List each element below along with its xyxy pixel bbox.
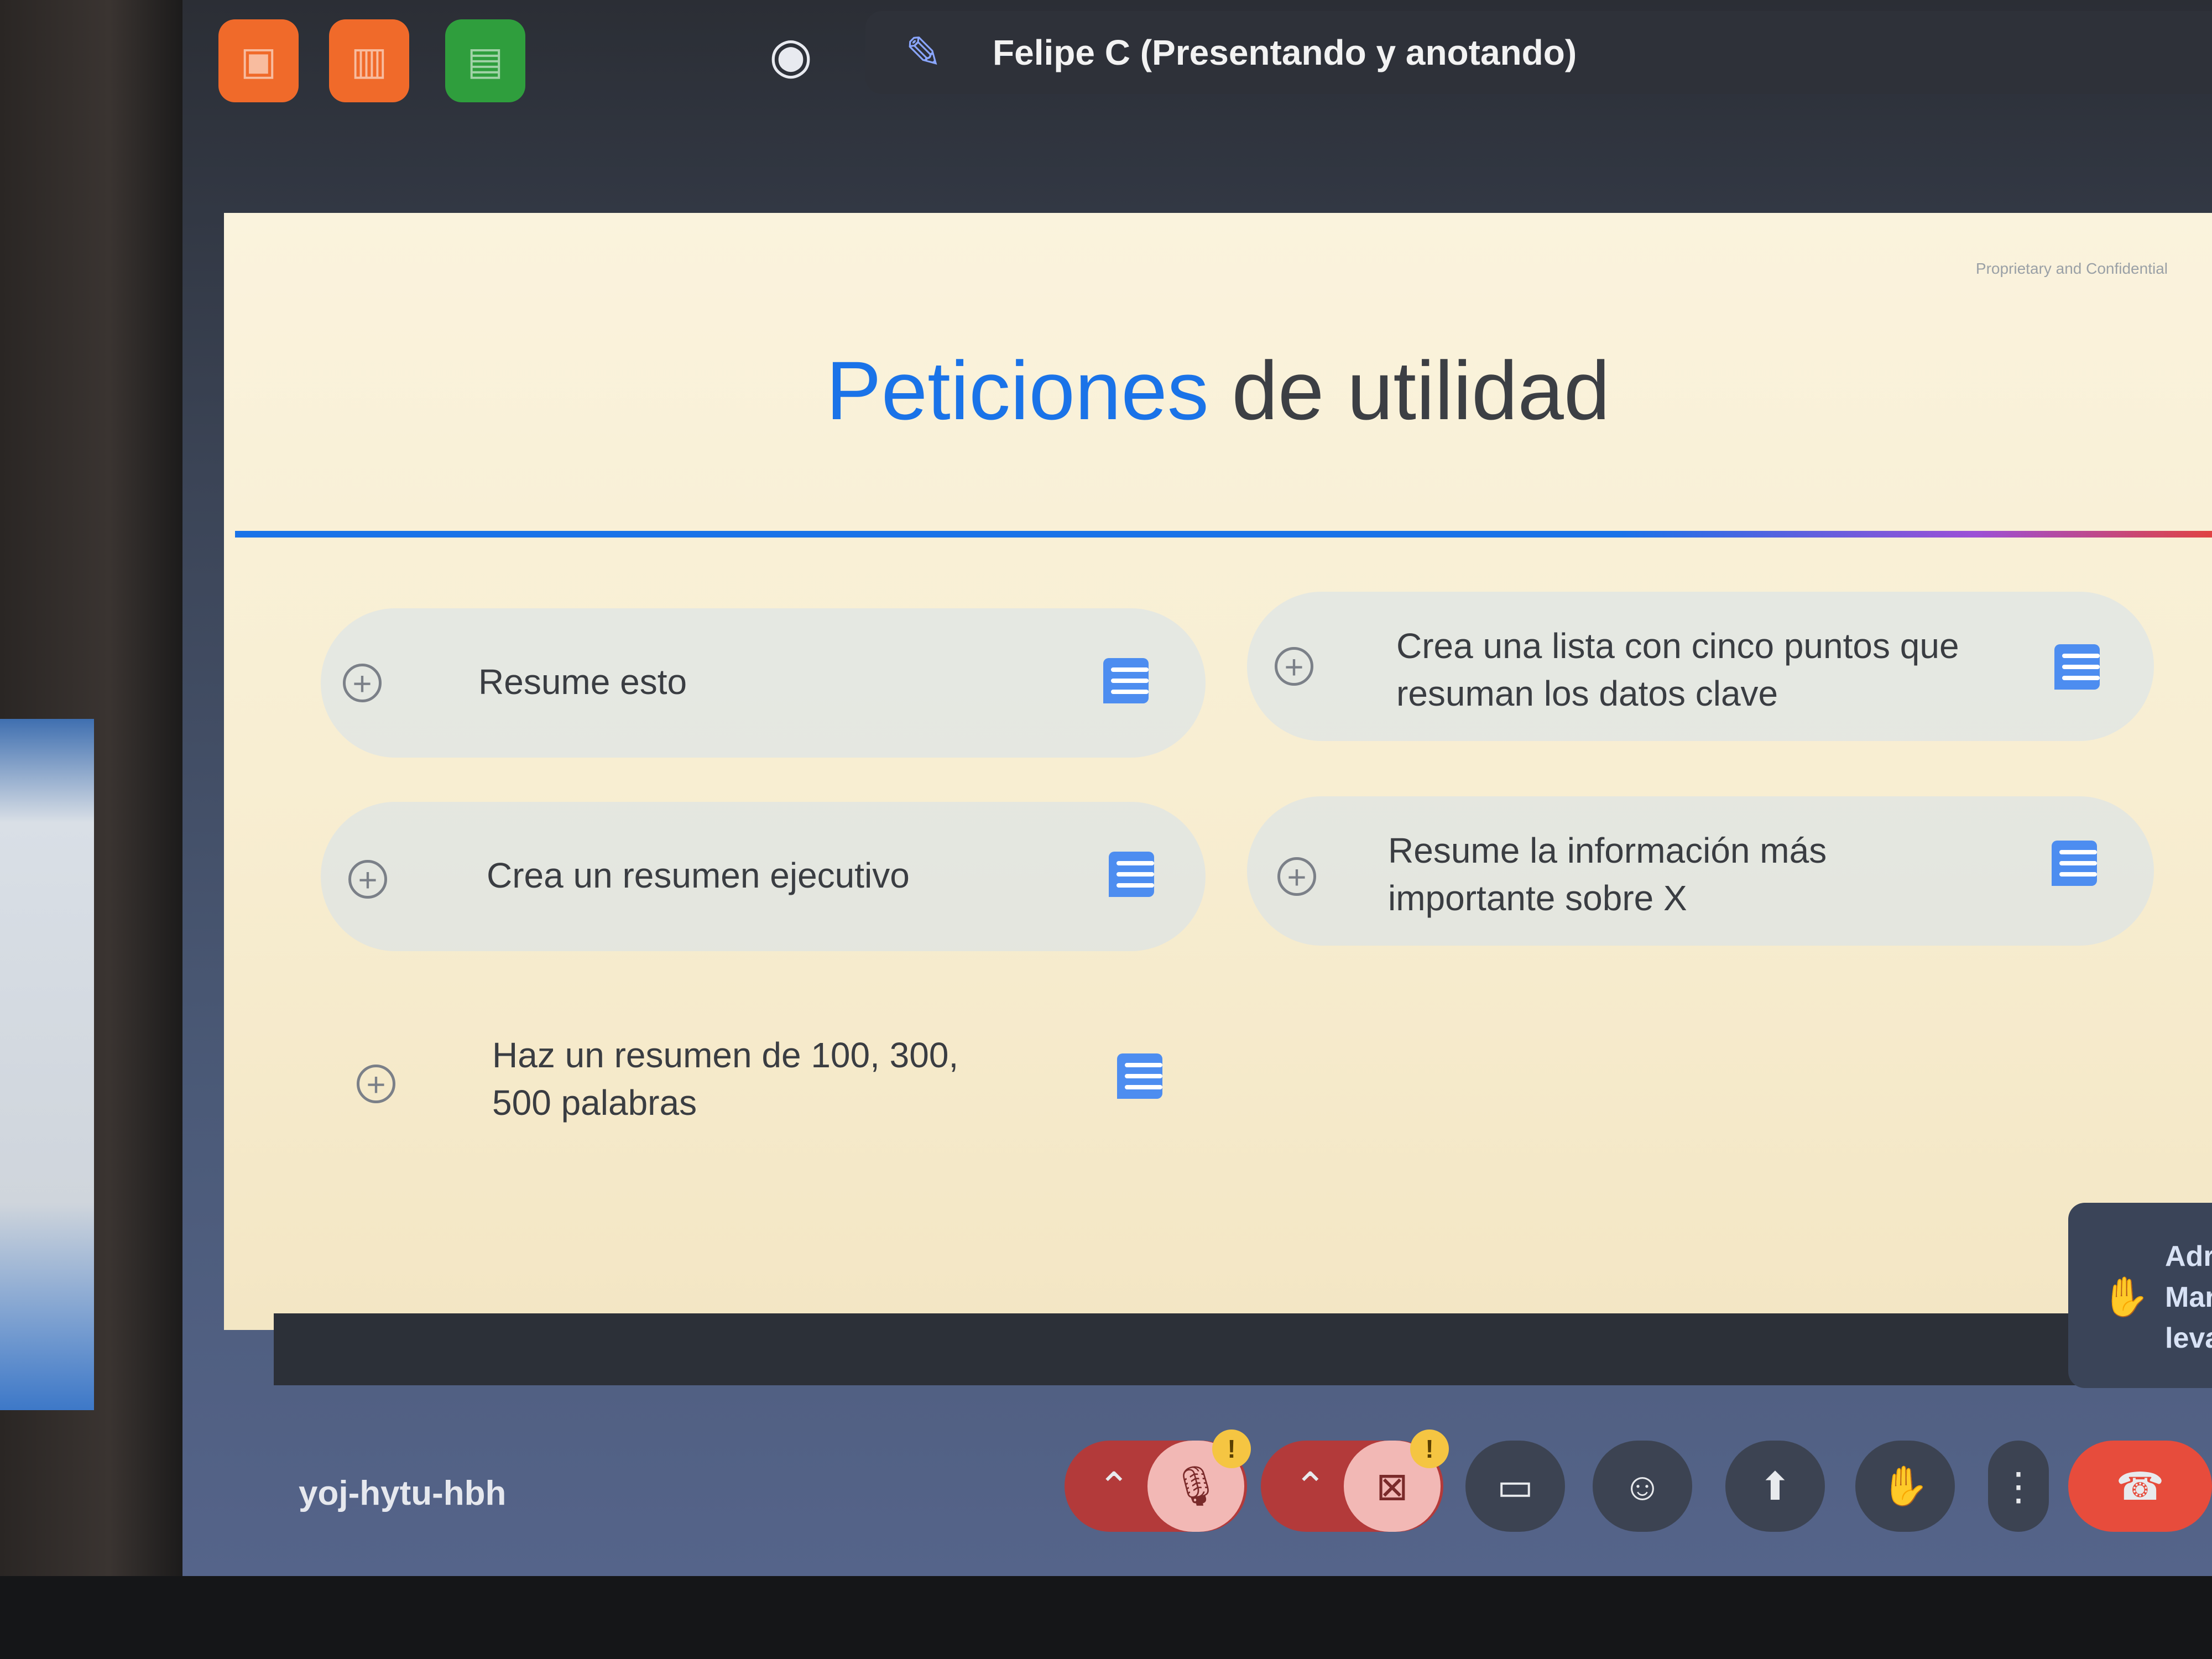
warning-icon: ! [1212, 1430, 1251, 1468]
captions-button[interactable]: ▭ [1465, 1441, 1565, 1532]
plus-icon: + [1277, 857, 1316, 896]
prompt-text: Resume la información más importante sob… [1388, 831, 1827, 919]
plus-icon: + [357, 1065, 395, 1103]
annotation-icon: ✎ [905, 28, 942, 77]
hand-icon: ✋ [2101, 1275, 2150, 1318]
chevron-up-icon: ⌃ [1294, 1464, 1327, 1508]
camera-off-icon: ⊠ [1376, 1464, 1408, 1508]
hand-icon: ✋ [1881, 1464, 1929, 1507]
plus-icon: + [348, 860, 387, 899]
slide-title-highlight: Peticiones [826, 344, 1209, 437]
slide-bottom-bar [274, 1313, 2209, 1385]
prompt-text: Crea un resumen ejecutivo [487, 855, 910, 895]
slide-title-rest: de utilidad [1232, 344, 1610, 437]
phone-hangup-icon: ☎ [2116, 1464, 2164, 1508]
notification-line: leva [2165, 1322, 2212, 1354]
prompt-card[interactable]: + Resume la información más importante s… [1247, 796, 2154, 946]
mic-off-icon: 🎙 [1171, 1464, 1220, 1507]
chevron-up-icon: ⌃ [1098, 1464, 1130, 1508]
camera-off-icon: ▣ [240, 39, 277, 82]
presentation-off-button[interactable]: ▣ [218, 19, 299, 102]
title-divider [235, 531, 2212, 538]
chat-icon [2054, 644, 2100, 690]
present-icon: ⬆ [1759, 1464, 1792, 1508]
raised-hand-notification[interactable]: ✋ Adr Mar leva [2068, 1203, 2212, 1388]
notification-line: Adr [2165, 1240, 2212, 1272]
pause-icon: ▥ [351, 39, 388, 82]
more-vert-icon: ⋮ [1999, 1464, 2038, 1508]
background-window [0, 719, 94, 1410]
warning-icon: ! [1410, 1430, 1449, 1468]
presenter-name: Felipe C (Presentando y anotando) [993, 33, 1577, 72]
layout-button[interactable]: ▥ [329, 19, 409, 102]
leave-call-button[interactable]: ☎ [2068, 1441, 2212, 1532]
prompt-card[interactable]: + Crea un resumen ejecutivo [321, 802, 1206, 951]
prompt-card[interactable]: + Crea una lista con cinco puntos que re… [1247, 592, 2154, 741]
chat-icon [1117, 1053, 1162, 1099]
eye-icon[interactable]: ◉ [758, 28, 824, 84]
reactions-button[interactable]: ☺ [1593, 1441, 1692, 1532]
plus-icon: + [1275, 647, 1313, 686]
plus-icon: + [343, 664, 382, 702]
meeting-code: yoj-hytu-hbh [299, 1474, 507, 1512]
chat-icon [1109, 852, 1154, 897]
monitor-bezel [0, 1576, 2212, 1659]
prompt-text: Resume esto [478, 662, 687, 702]
raise-hand-button[interactable]: ✋ [1855, 1441, 1955, 1532]
emoji-icon: ☺ [1623, 1464, 1662, 1508]
slide-title: Peticiones de utilidad [224, 343, 2212, 439]
annotate-button[interactable]: ▤ [445, 19, 525, 102]
prompt-card[interactable]: + Haz un resumen de 100, 300, 500 palabr… [321, 998, 1206, 1147]
captions-icon: ▭ [1496, 1464, 1534, 1508]
presentation-slide: Proprietary and Confidential Peticiones … [224, 213, 2212, 1385]
confidential-label: Proprietary and Confidential [1975, 260, 2168, 277]
notification-line: Mar [2165, 1281, 2212, 1313]
board-icon: ▤ [467, 39, 504, 82]
prompt-card[interactable]: + Resume esto [321, 608, 1206, 758]
presenter-bar: ✎ Felipe C (Presentando y anotando) [865, 11, 2212, 94]
more-options-button[interactable]: ⋮ [1988, 1441, 2049, 1532]
chat-icon [1103, 658, 1149, 703]
prompt-text: Crea una lista con cinco puntos que resu… [1396, 626, 1959, 714]
prompt-text: Haz un resumen de 100, 300, 500 palabras [492, 1035, 959, 1123]
present-button[interactable]: ⬆ [1725, 1441, 1825, 1532]
chat-icon [2052, 841, 2097, 886]
